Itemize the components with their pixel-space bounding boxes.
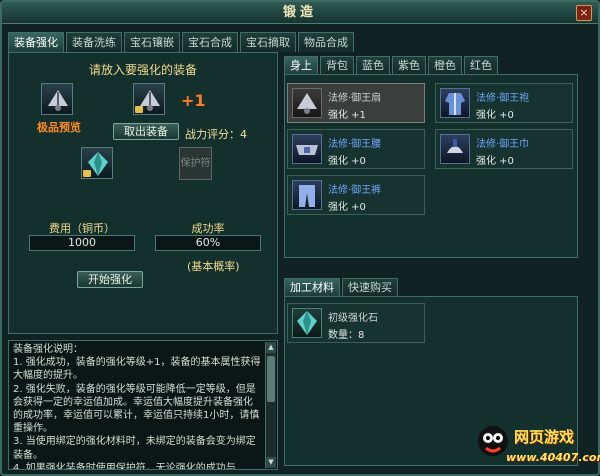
preview-equipment-slot[interactable]	[41, 83, 73, 115]
item-name: 法修·御王巾	[476, 139, 530, 150]
success-rate-label: 成功率	[191, 222, 225, 235]
material-item[interactable]: 初级强化石 数量：8	[287, 303, 425, 343]
item-name: 法修·御王袍	[476, 93, 530, 104]
tab-bag[interactable]: 背包	[320, 56, 354, 74]
headband-icon	[440, 134, 470, 164]
tab-orange[interactable]: 橙色	[428, 56, 462, 74]
material-slot[interactable]	[81, 147, 113, 179]
tab-materials[interactable]: 加工材料	[284, 278, 340, 296]
enhance-panel: 请放入要强化的装备 +1 极品预览 取出装备 战力评分：4 保护符 费用（铜币）…	[8, 52, 278, 334]
item-enhance-level: 强化 +0	[476, 156, 514, 167]
cost-value: 1000	[29, 235, 135, 251]
tab-equipped[interactable]: 身上	[284, 56, 318, 74]
equipment-list: 法修·御王扇 强化 +1 法修·御王袍 强化 +0 法修·御王腰 强化 +0 法…	[284, 74, 578, 258]
tab-refine[interactable]: 装备洗练	[66, 32, 122, 52]
window-title: 锻造	[282, 5, 317, 20]
success-rate-value: 60%	[155, 235, 261, 251]
watermark-title: 网页游戏	[514, 428, 575, 446]
item-name: 法修·御王扇	[328, 93, 382, 104]
tab-gem-synthesis[interactable]: 宝石合成	[182, 32, 238, 52]
equipment-slot[interactable]	[133, 83, 165, 115]
protect-charm-slot[interactable]: 保护符	[179, 147, 212, 180]
tab-item-synthesis[interactable]: 物品合成	[298, 32, 354, 52]
fan-icon	[48, 90, 68, 111]
robe-icon	[440, 88, 470, 118]
power-score: 战力评分：4	[185, 128, 247, 141]
enhance-level-indicator: +1	[181, 91, 206, 110]
scroll-up-icon[interactable]: ▲	[266, 342, 276, 353]
equipment-item[interactable]: 法修·御王裤 强化 +0	[287, 175, 425, 215]
tab-gem-inlay[interactable]: 宝石镶嵌	[124, 32, 180, 52]
takeout-button[interactable]: 取出装备	[113, 123, 179, 140]
description-panel: 装备强化说明： 1. 强化成功，装备的强化等级+1，装备的基本属性获得大幅度的提…	[8, 340, 278, 470]
tab-gem-remove[interactable]: 宝石摘取	[240, 32, 296, 52]
lock-icon	[83, 170, 91, 177]
item-name: 法修·御王裤	[328, 185, 382, 196]
material-name: 初级强化石	[328, 313, 378, 324]
fan-icon	[292, 88, 322, 118]
equipment-item[interactable]: 法修·御王腰 强化 +0	[287, 129, 425, 169]
tab-enhance[interactable]: 装备强化	[8, 32, 64, 52]
lock-icon	[135, 106, 143, 113]
close-button[interactable]: ×	[576, 5, 592, 21]
preview-label[interactable]: 极品预览	[37, 119, 81, 135]
gem-icon	[292, 308, 322, 338]
basic-rate-label: (基本概率)	[187, 260, 240, 273]
scroll-down-icon[interactable]: ▼	[266, 457, 276, 468]
equipment-item[interactable]: 法修·御王扇 强化 +1	[287, 83, 425, 123]
belt-icon	[292, 134, 322, 164]
material-count: 数量：8	[328, 330, 365, 341]
item-enhance-level: 强化 +0	[476, 110, 514, 121]
item-enhance-level: 强化 +0	[328, 156, 366, 167]
tab-quick-buy[interactable]: 快速购买	[342, 278, 398, 296]
item-name: 法修·御王腰	[328, 139, 382, 150]
item-enhance-level: 强化 +0	[328, 202, 366, 213]
item-enhance-level: 强化 +1	[328, 110, 366, 121]
pants-icon	[292, 180, 322, 210]
description-text: 装备强化说明： 1. 强化成功，装备的强化等级+1，装备的基本属性获得大幅度的提…	[13, 344, 261, 470]
tab-purple[interactable]: 紫色	[392, 56, 426, 74]
equipment-item[interactable]: 法修·御王巾 强化 +0	[435, 129, 573, 169]
scroll-thumb[interactable]	[267, 356, 275, 402]
watermark-url: www.40407.com	[506, 451, 600, 464]
tab-red[interactable]: 红色	[464, 56, 498, 74]
equipment-item[interactable]: 法修·御王袍 强化 +0	[435, 83, 573, 123]
description-scrollbar[interactable]: ▲ ▼	[265, 342, 276, 468]
forge-window: 锻造 × 装备强化 装备洗练 宝石镶嵌 宝石合成 宝石摘取 物品合成 请放入要强…	[0, 0, 600, 476]
tab-blue[interactable]: 蓝色	[356, 56, 390, 74]
cost-label: 费用（铜币）	[49, 222, 115, 235]
site-watermark: 网页游戏 www.40407.com	[476, 420, 600, 476]
enhance-prompt: 请放入要强化的装备	[88, 63, 197, 77]
start-enhance-button[interactable]: 开始强化	[77, 271, 143, 288]
mascot-logo-icon	[478, 426, 508, 456]
title-bar[interactable]: 锻造 ×	[2, 2, 598, 24]
